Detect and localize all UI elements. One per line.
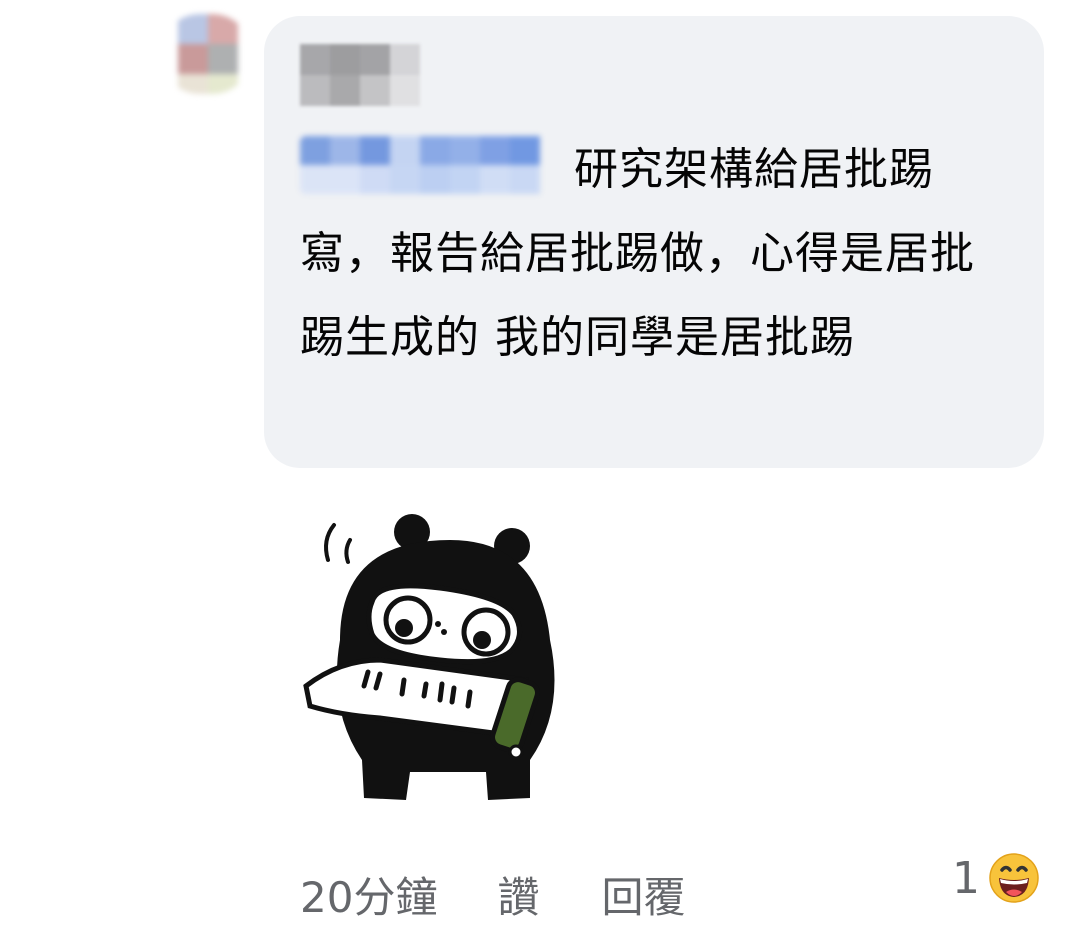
reaction-summary[interactable]: 1 <box>952 850 1040 906</box>
timestamp[interactable]: 20分鐘 <box>300 864 437 925</box>
bear-reading-scroll-sticker[interactable] <box>300 510 580 810</box>
like-button[interactable]: 讚 <box>497 864 539 925</box>
grinning-face-icon <box>989 853 1039 903</box>
reaction-count: 1 <box>952 852 980 904</box>
avatar[interactable] <box>160 14 252 94</box>
comment-text: 研究架構給居批踢寫，報告給居批踢做，心得是居批踢生成的 我的同學是居批踢 <box>300 144 975 363</box>
reply-button[interactable]: 回覆 <box>601 864 685 925</box>
comment-actions: 20分鐘 讚 回覆 <box>300 864 685 924</box>
comment-author-name[interactable] <box>300 44 420 106</box>
